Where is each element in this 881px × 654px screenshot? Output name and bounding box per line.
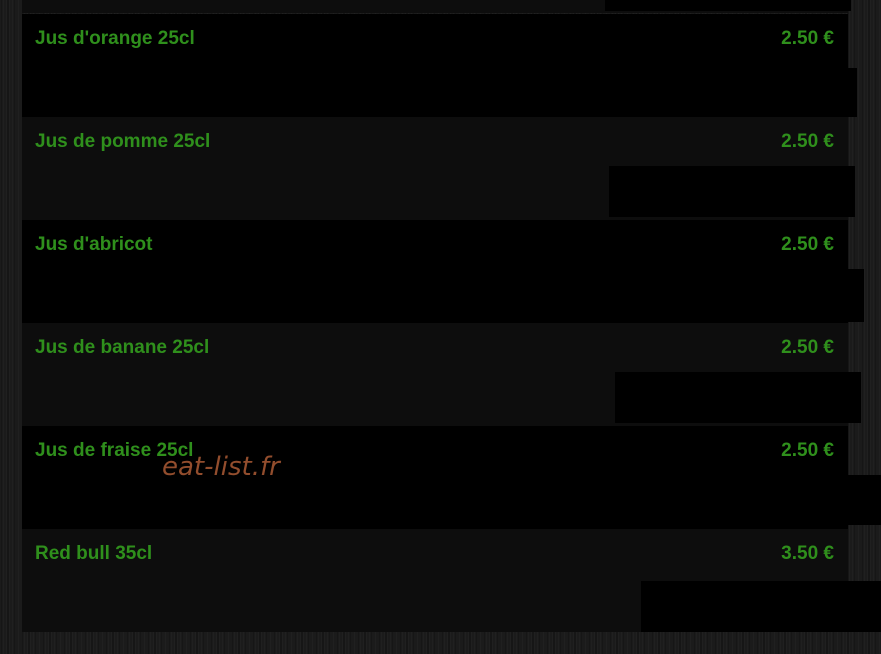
item-price: 2.50 € — [781, 337, 834, 358]
menu-item: Jus d'abricot 2.50 € — [22, 220, 864, 323]
item-name: Jus de banane 25cl — [35, 337, 210, 358]
redaction-block — [605, 0, 851, 11]
redaction-block — [615, 372, 861, 423]
item-name: Jus de pomme 25cl — [35, 131, 211, 152]
item-name: Jus d'orange 25cl — [35, 28, 195, 49]
item-name: Red bull 35cl — [35, 543, 153, 564]
watermark: eat-list.fr — [162, 452, 280, 482]
item-price: 2.50 € — [781, 440, 834, 461]
menu-item: Jus d'orange 25cl 2.50 € — [22, 14, 857, 117]
menu-item: Jus de fraise 25cl 2.50 € — [22, 426, 881, 529]
menu-item: Jus de pomme 25cl 2.50 € — [22, 117, 855, 220]
item-price: 2.50 € — [781, 28, 834, 49]
menu-item: Red bull 35cl 3.50 € — [22, 529, 881, 632]
redaction-block — [616, 269, 864, 322]
redaction-block — [641, 581, 881, 632]
menu-list: Jus d'orange 25cl 2.50 € Jus de pomme 25… — [22, 14, 881, 632]
item-price: 2.50 € — [781, 131, 834, 152]
previous-item-strip — [22, 0, 851, 13]
item-name: Jus d'abricot — [35, 234, 153, 255]
redaction-block — [622, 475, 881, 525]
item-price: 3.50 € — [781, 543, 834, 564]
redaction-block — [612, 68, 857, 117]
item-price: 2.50 € — [781, 234, 834, 255]
redaction-block — [609, 166, 855, 217]
menu-item: Jus de banane 25cl 2.50 € — [22, 323, 861, 426]
